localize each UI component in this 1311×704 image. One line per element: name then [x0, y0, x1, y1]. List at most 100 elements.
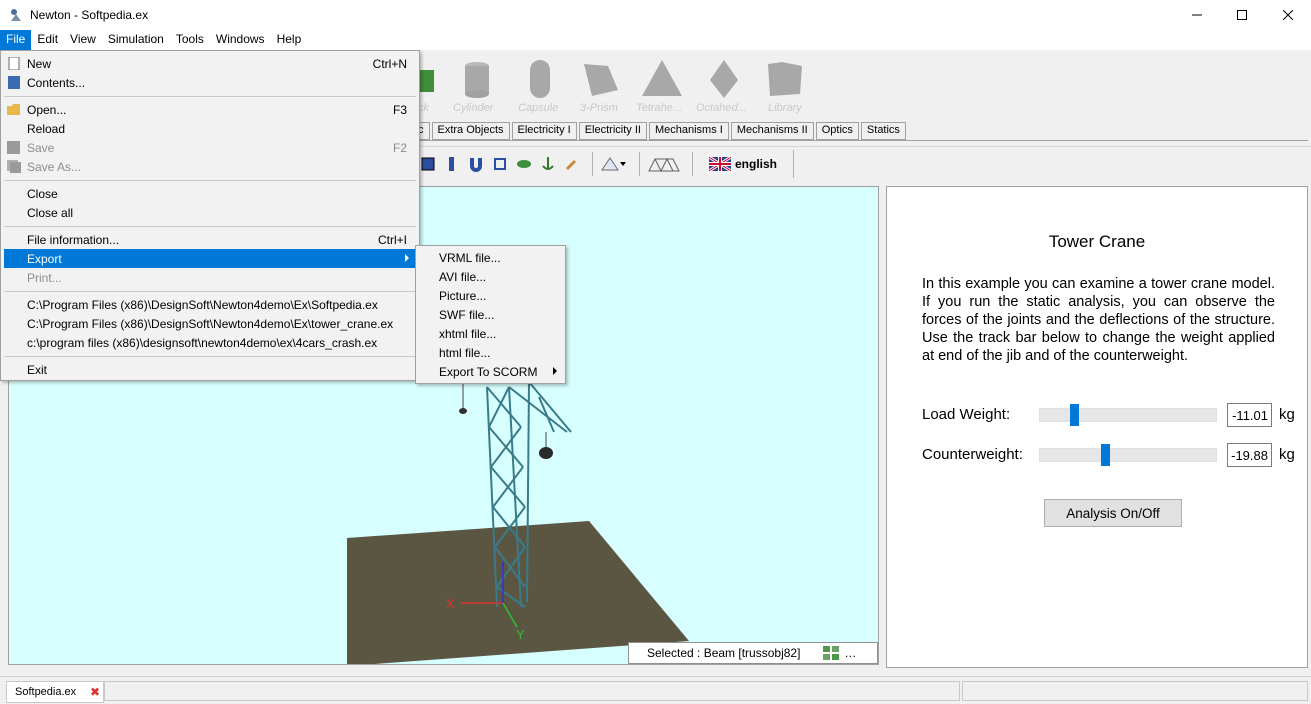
- menu-file[interactable]: File: [0, 30, 32, 50]
- close-tab-icon[interactable]: ✖: [90, 685, 100, 699]
- tab-electricity-1[interactable]: Electricity I: [511, 122, 577, 140]
- menu-recent-file-1[interactable]: C:\Program Files (x86)\DesignSoft\Newton…: [1, 295, 419, 314]
- grid-toggle-icon[interactable]: [822, 645, 842, 661]
- menu-contents[interactable]: Contents...: [1, 73, 419, 92]
- counterweight-value[interactable]: -19.88: [1227, 443, 1272, 467]
- load-weight-thumb[interactable]: [1070, 404, 1080, 426]
- menu-recent-file-3[interactable]: c:\program files (x86)\designsoft\newton…: [1, 333, 419, 352]
- shape-label-tetrahedron: Tetrahe...: [636, 102, 683, 114]
- menu-close[interactable]: Close: [1, 184, 419, 203]
- tab-optics[interactable]: Optics: [815, 122, 859, 140]
- menu-print[interactable]: Print...: [1, 268, 419, 287]
- menu-edit[interactable]: Edit: [31, 30, 64, 50]
- export-picture[interactable]: Picture...: [416, 286, 565, 305]
- menu-save[interactable]: Save F2: [1, 138, 419, 157]
- octahedron-shape-icon[interactable]: [708, 60, 740, 100]
- cylinder-shape-icon[interactable]: [463, 60, 491, 100]
- menu-exit[interactable]: Exit: [1, 360, 419, 379]
- joint-icon: [449, 157, 454, 171]
- status-pane-main: [104, 681, 960, 701]
- menu-tools[interactable]: Tools: [170, 30, 210, 50]
- counterweight-unit: kg: [1279, 446, 1295, 463]
- hook-weight[interactable]: [459, 408, 467, 414]
- menu-open-shortcut: F3: [392, 103, 407, 117]
- export-submenu: VRML file... AVI file... Picture... SWF …: [415, 245, 566, 384]
- more-icon[interactable]: …: [844, 646, 856, 660]
- example-description: In this example you can examine a tower …: [922, 276, 1275, 364]
- shape-label-library: Library: [768, 102, 802, 114]
- wrench-tool-button[interactable]: [562, 154, 582, 174]
- menu-file-information[interactable]: File information... Ctrl+I: [1, 230, 419, 249]
- menu-separator: [4, 226, 416, 227]
- anchor-icon: [542, 157, 554, 170]
- close-icon: [1283, 10, 1293, 20]
- counterweight-object[interactable]: [539, 447, 553, 459]
- load-weight-value[interactable]: -11.01: [1227, 403, 1272, 427]
- menu-new[interactable]: New Ctrl+N: [1, 54, 419, 73]
- tool-separator: [692, 152, 693, 176]
- tab-electricity-2[interactable]: Electricity II: [578, 122, 647, 140]
- export-html[interactable]: html file...: [416, 343, 565, 362]
- export-avi[interactable]: AVI file...: [416, 267, 565, 286]
- spring-icon: [517, 160, 531, 168]
- tab-mechanisms-1[interactable]: Mechanisms I: [648, 122, 729, 140]
- minimize-button[interactable]: [1174, 0, 1220, 30]
- block-shape-icon[interactable]: [418, 60, 436, 100]
- capsule-shape-icon[interactable]: [528, 60, 552, 100]
- menu-help[interactable]: Help: [271, 30, 308, 50]
- save-icon: [7, 141, 20, 154]
- tab-statics[interactable]: Statics: [860, 122, 906, 140]
- magnet-tool-button[interactable]: [466, 154, 486, 174]
- scale-icon: [494, 158, 506, 170]
- menu-view[interactable]: View: [64, 30, 102, 50]
- menu-reload-label: Reload: [27, 122, 66, 136]
- language-selector[interactable]: english: [709, 150, 795, 178]
- menu-save-as[interactable]: Save As...: [1, 157, 419, 176]
- prism-light-icon: [601, 157, 626, 171]
- status-bar: Softpedia.ex ✖: [0, 676, 1311, 704]
- tab-mechanisms-2[interactable]: Mechanisms II: [730, 122, 814, 140]
- close-button[interactable]: [1265, 0, 1311, 30]
- maximize-button[interactable]: [1219, 0, 1265, 30]
- new-file-icon: [8, 57, 20, 70]
- menu-reload[interactable]: Reload: [1, 119, 419, 138]
- scale-tool-button[interactable]: [490, 154, 510, 174]
- contents-icon: [8, 76, 20, 89]
- select-tool-button[interactable]: [418, 154, 438, 174]
- export-xhtml[interactable]: xhtml file...: [416, 324, 565, 343]
- tetrahedron-shape-icon[interactable]: [640, 60, 684, 100]
- export-vrml[interactable]: VRML file...: [416, 248, 565, 267]
- menu-exit-label: Exit: [27, 363, 48, 377]
- spring-tool-button[interactable]: [514, 154, 534, 174]
- menu-contents-label: Contents...: [27, 76, 86, 90]
- joint-tool-button[interactable]: [442, 154, 462, 174]
- title-bar: Newton - Softpedia.ex: [0, 0, 1311, 30]
- menu-file-information-shortcut: Ctrl+I: [377, 233, 407, 247]
- counterweight-thumb[interactable]: [1100, 444, 1110, 466]
- export-swf[interactable]: SWF file...: [416, 305, 565, 324]
- menu-open[interactable]: Open... F3: [1, 100, 419, 119]
- load-weight-slider[interactable]: [1039, 404, 1217, 426]
- library-shape-icon[interactable]: [766, 60, 804, 100]
- anchor-tool-button[interactable]: [538, 154, 558, 174]
- analysis-toggle-button[interactable]: Analysis On/Off: [1044, 499, 1182, 527]
- menu-windows[interactable]: Windows: [210, 30, 271, 50]
- magnet-icon: [470, 158, 482, 172]
- menu-export[interactable]: Export: [4, 249, 417, 268]
- menu-simulation[interactable]: Simulation: [102, 30, 170, 50]
- prism-shape-icon[interactable]: [580, 60, 620, 100]
- counterweight-slider[interactable]: [1039, 444, 1217, 466]
- truss-tool-button[interactable]: [646, 154, 682, 174]
- menu-close-all[interactable]: Close all: [1, 203, 419, 222]
- light-tool-button[interactable]: [599, 154, 629, 174]
- save-as-icon: [7, 160, 21, 173]
- export-scorm[interactable]: Export To SCORM: [416, 362, 565, 381]
- bridge-icon: [648, 157, 680, 173]
- menu-recent-file-2[interactable]: C:\Program Files (x86)\DesignSoft\Newton…: [1, 314, 419, 333]
- export-swf-label: SWF file...: [439, 308, 495, 322]
- shape-palette: ck Cylinder Capsule 3-Prism Tetrahe... O…: [418, 52, 818, 118]
- menu-open-label: Open...: [27, 103, 67, 117]
- counterweight-label: Counterweight:: [922, 446, 1023, 463]
- tab-extra-objects[interactable]: Extra Objects: [431, 122, 510, 140]
- export-html-label: html file...: [439, 346, 491, 360]
